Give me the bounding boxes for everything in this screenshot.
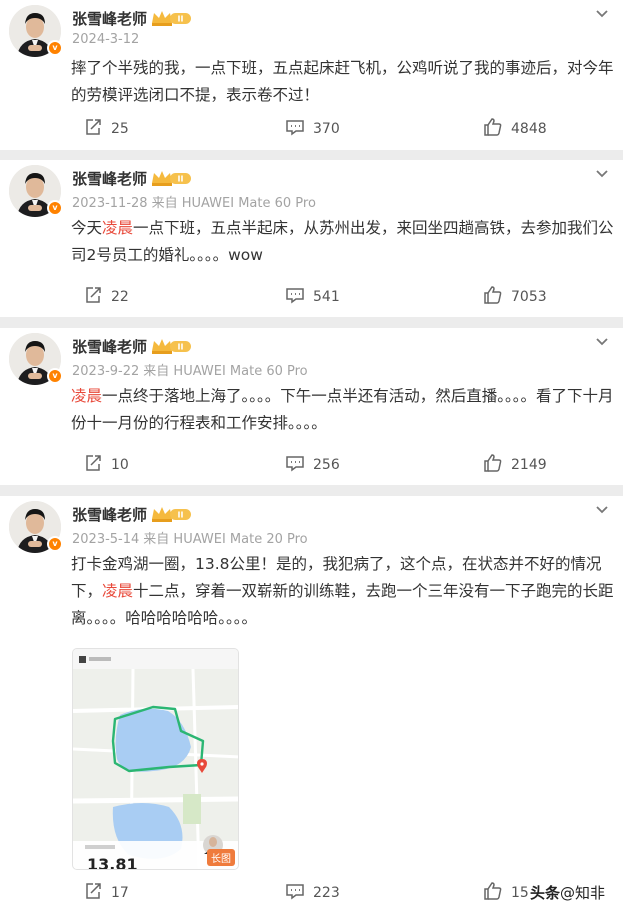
like-icon <box>483 881 511 905</box>
repost-count: 22 <box>111 289 129 305</box>
post-text-segment: 一点下班，五点半起床，从苏州出发，来回坐四趟高铁，去参加我们公司2号员工的婚礼。… <box>71 219 614 264</box>
level-text: II <box>178 15 184 24</box>
weibo-post: v 张雪峰老师 II 2024-3-12 摔了个半残的我，一点下班，五点起床赶飞… <box>0 0 623 150</box>
vip-crown-icon: II <box>150 505 192 523</box>
comment-count: 223 <box>313 885 340 901</box>
post-meta: 2024-3-12 <box>72 32 143 47</box>
like-count: 15 <box>511 885 529 901</box>
long-image-badge: 长图 <box>207 849 235 866</box>
like-button[interactable]: 15 <box>483 881 529 905</box>
comment-button[interactable]: 256 <box>285 453 340 477</box>
verified-icon: v <box>47 368 63 384</box>
level-text: II <box>178 511 184 520</box>
comment-count: 370 <box>313 121 340 137</box>
keyword-highlight: 凌晨 <box>102 219 134 237</box>
post-source: 来自 HUAWEI Mate 60 Pro <box>151 196 316 211</box>
route-map-graphic <box>73 649 238 869</box>
chevron-down-icon[interactable] <box>595 502 609 516</box>
repost-count: 25 <box>111 121 129 137</box>
like-button[interactable]: 2149 <box>483 453 547 477</box>
post-text: 今天凌晨一点下班，五点半起床，从苏州出发，来回坐四趟高铁，去参加我们公司2号员工… <box>71 215 616 269</box>
post-meta: 2023-11-28 来自 HUAWEI Mate 60 Pro <box>72 192 316 211</box>
like-button[interactable]: 7053 <box>483 285 547 309</box>
vip-crown-icon: II <box>150 169 192 187</box>
level-text: II <box>178 343 184 352</box>
like-icon <box>483 285 511 309</box>
post-meta: 2023-5-14 来自 HUAWEI Mate 20 Pro <box>72 528 308 547</box>
repost-icon <box>83 117 111 141</box>
level-text: II <box>178 175 184 184</box>
username[interactable]: 张雪峰老师 <box>72 8 147 29</box>
comment-count: 541 <box>313 289 340 305</box>
repost-button[interactable]: 10 <box>83 453 129 477</box>
post-text: 摔了个半残的我，一点下班，五点起床赶飞机，公鸡听说了我的事迹后，对今年的劳模评选… <box>71 55 616 109</box>
username[interactable]: 张雪峰老师 <box>72 504 147 525</box>
post-text-segment: 一点终于落地上海了。。。。下午一点半还有活动，然后直播。。。。看了下十月份十一月… <box>71 387 614 432</box>
weibo-post: v 张雪峰老师 II 2023-9-22 来自 HUAWEI Mate 60 Pr… <box>0 328 623 485</box>
post-actions: 25 370 4848 <box>0 117 623 141</box>
post-actions: 22 541 7053 <box>0 285 623 309</box>
distance-value: 13.81 <box>87 855 138 870</box>
vip-crown-icon: II <box>150 9 192 27</box>
post-date: 2023-11-28 <box>72 196 148 211</box>
post-meta: 2023-9-22 来自 HUAWEI Mate 60 Pro <box>72 360 308 379</box>
comment-icon <box>285 117 313 141</box>
post-text: 打卡金鸡湖一圈，13.8公里！是的，我犯病了，这个点，在状态并不好的情况下，凌晨… <box>71 551 616 632</box>
post-text: 凌晨一点终于落地上海了。。。。下午一点半还有活动，然后直播。。。。看了下十月份十… <box>71 383 616 437</box>
keyword-highlight: 凌晨 <box>102 582 134 600</box>
repost-icon <box>83 453 111 477</box>
repost-button[interactable]: 22 <box>83 285 129 309</box>
post-text-segment: 今天 <box>71 219 103 237</box>
post-actions: 10 256 2149 <box>0 453 623 477</box>
comment-icon <box>285 285 313 309</box>
weibo-post: v 张雪峰老师 II 2023-11-28 来自 HUAWEI Mate 60 P… <box>0 160 623 317</box>
repost-button[interactable]: 17 <box>83 881 129 905</box>
comment-button[interactable]: 223 <box>285 881 340 905</box>
weibo-post: v 张雪峰老师 II 2023-5-14 来自 HUAWEI Mate 20 Pr… <box>0 496 623 913</box>
like-count: 2149 <box>511 457 547 473</box>
watermark: 头条@知非 <box>530 882 605 903</box>
comment-button[interactable]: 541 <box>285 285 340 309</box>
verified-icon: v <box>47 200 63 216</box>
vip-crown-icon: II <box>150 337 192 355</box>
post-source: 来自 HUAWEI Mate 20 Pro <box>143 532 308 547</box>
post-date: 2024-3-12 <box>72 32 140 47</box>
username[interactable]: 张雪峰老师 <box>72 336 147 357</box>
repost-icon <box>83 881 111 905</box>
like-icon <box>483 453 511 477</box>
route-map-image[interactable]: 13.81 长图 <box>72 648 239 870</box>
comment-icon <box>285 881 313 905</box>
like-icon <box>483 117 511 141</box>
chevron-down-icon[interactable] <box>595 6 609 20</box>
repost-count: 10 <box>111 457 129 473</box>
post-date: 2023-9-22 <box>72 364 140 379</box>
like-button[interactable]: 4848 <box>483 117 547 141</box>
keyword-highlight: 凌晨 <box>71 387 103 405</box>
comment-button[interactable]: 370 <box>285 117 340 141</box>
post-text-segment: 十二点，穿着一双崭新的训练鞋，去跑一个三年没有一下子跑完的长距离。。。。哈哈哈哈… <box>71 582 614 627</box>
like-count: 4848 <box>511 121 547 137</box>
post-date: 2023-5-14 <box>72 532 140 547</box>
username[interactable]: 张雪峰老师 <box>72 168 147 189</box>
repost-icon <box>83 285 111 309</box>
repost-button[interactable]: 25 <box>83 117 129 141</box>
watermark-text: @知非 <box>559 884 605 902</box>
chevron-down-icon[interactable] <box>595 166 609 180</box>
post-source: 来自 HUAWEI Mate 60 Pro <box>143 364 308 379</box>
verified-icon: v <box>47 40 63 56</box>
post-text-segment: 摔了个半残的我，一点下班，五点起床赶飞机，公鸡听说了我的事迹后，对今年的劳模评选… <box>71 59 614 104</box>
verified-icon: v <box>47 536 63 552</box>
watermark-prefix: 头条 <box>529 884 560 902</box>
comment-icon <box>285 453 313 477</box>
like-count: 7053 <box>511 289 547 305</box>
comment-count: 256 <box>313 457 340 473</box>
repost-count: 17 <box>111 885 129 901</box>
chevron-down-icon[interactable] <box>595 334 609 348</box>
